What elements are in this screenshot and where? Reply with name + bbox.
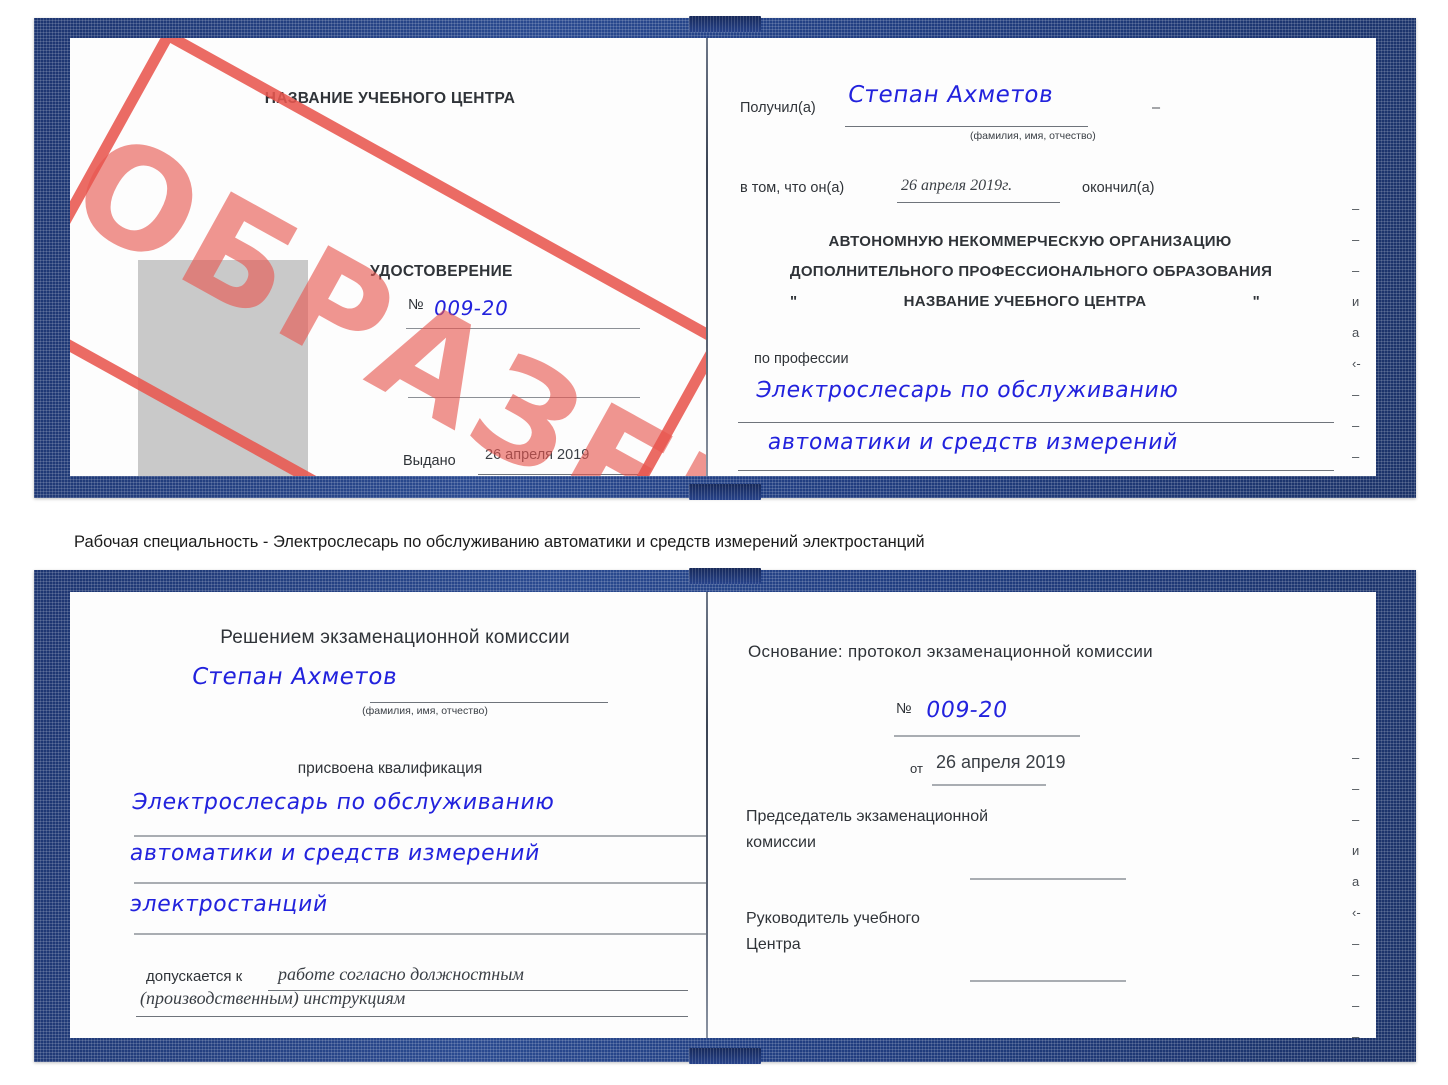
profession-rule-1 (738, 422, 1334, 423)
edge-fragment: – (1352, 263, 1360, 278)
edge-fragment: – (1352, 201, 1360, 216)
edge-fragment: – (1352, 387, 1360, 402)
edge-fragment: – (1352, 1029, 1360, 1038)
edge-fragment: – (1352, 781, 1360, 796)
bottom-right-page: Основание: протокол экзаменационной коми… (712, 592, 1376, 1038)
admitted-label: допускается к (146, 968, 243, 985)
edge-fragment: – (1352, 998, 1360, 1013)
protocol-number-row: № 009-20 (896, 698, 1010, 723)
from-date-rule (932, 784, 1046, 786)
profession-line-2: автоматики и средств измерений (766, 430, 1181, 455)
organization-line-3-row: " НАЗВАНИЕ УЧЕБНОГО ЦЕНТРА " (790, 293, 1260, 310)
caption-text: Рабочая специальность - Электрослесарь п… (74, 533, 925, 551)
qualification-rule-2 (134, 882, 706, 884)
finished-label: окончил(а) (1082, 180, 1155, 196)
protocol-number-value: 009-20 (924, 698, 1010, 723)
completion-date-rule (897, 202, 1060, 203)
edge-fragment: а (1352, 325, 1360, 340)
edge-fragment: – (1352, 418, 1360, 433)
profession-label: по профессии (754, 351, 849, 367)
edge-dash-fragment: – (1152, 100, 1161, 116)
chairman-line-2: комиссии (746, 834, 816, 851)
head-line-1: Руководитель учебного (746, 910, 920, 927)
top-right-page: Получил(а) Степан Ахметов (фамилия, имя,… (712, 38, 1376, 476)
right-edge-fragments: – – – и а ‹- – – – – (1352, 193, 1370, 476)
spine-notch-top-2 (689, 568, 761, 584)
right-edge-fragments-2: – – – и а ‹- – – – – (1352, 742, 1370, 1038)
chairman-line-1: Председатель экзаменационной (746, 808, 989, 825)
profession-rule-2 (738, 470, 1334, 471)
bottom-name-rule (370, 702, 608, 703)
quote-open: " (790, 293, 798, 310)
commission-decision-title: Решением экзаменационной комиссии (220, 627, 570, 648)
protocol-number-symbol: № (896, 701, 912, 717)
edge-fragment: – (1352, 936, 1360, 951)
screenshot-canvas: НАЗВАНИЕ УЧЕБНОГО ЦЕНТРА УДОСТОВЕРЕНИЕ №… (0, 0, 1448, 1085)
organization-line-1: АВТОНОМНУЮ НЕКОММЕРЧЕСКУЮ ОРГАНИЗАЦИЮ (828, 233, 1232, 250)
bottom-name-hint: (фамилия, имя, отчество) (362, 705, 488, 717)
edge-fragment: – (1352, 472, 1370, 476)
qualification-line-3: электростанций (128, 892, 330, 917)
spine-notch-bottom-2 (689, 1048, 761, 1064)
edge-fragment: а (1352, 874, 1360, 889)
qualification-rule-3 (134, 933, 706, 935)
certificate-top-cover: НАЗВАНИЕ УЧЕБНОГО ЦЕНТРА УДОСТОВЕРЕНИЕ №… (34, 16, 1416, 500)
certificate-number-value: 009-20 (432, 296, 511, 320)
name-hint: (фамилия, имя, отчество) (970, 130, 1096, 142)
number-symbol: № (408, 297, 424, 313)
training-center-title: НАЗВАНИЕ УЧЕБНОГО ЦЕНТРА (264, 90, 516, 107)
head-line-2: Центра (746, 936, 801, 953)
certificate-top-pages: НАЗВАНИЕ УЧЕБНОГО ЦЕНТРА УДОСТОВЕРЕНИЕ №… (70, 38, 1376, 476)
qualification-line-1: Электрослесарь по обслуживанию (130, 790, 557, 815)
top-left-page: НАЗВАНИЕ УЧЕБНОГО ЦЕНТРА УДОСТОВЕРЕНИЕ №… (70, 38, 706, 476)
certificate-bottom-cover: Решением экзаменационной комиссии Степан… (34, 568, 1416, 1064)
from-date-value: 26 апреля 2019 (936, 752, 1066, 772)
admitted-line-2: (производственным) инструкциям (140, 988, 406, 1008)
qualification-rule-1 (134, 835, 706, 837)
chairman-signature-rule (970, 878, 1126, 880)
edge-fragment: и (1352, 843, 1360, 858)
spine-notch-bottom (689, 484, 761, 500)
admitted-rule-2 (136, 1016, 688, 1017)
from-label: от (910, 761, 923, 776)
basis-label: Основание: протокол экзаменационной коми… (748, 642, 1153, 661)
photo-placeholder (138, 260, 308, 476)
admitted-line-1: работе согласно должностным (278, 964, 524, 984)
received-name-rule (845, 126, 1088, 127)
page-spine (706, 38, 708, 476)
edge-fragment: ‹- (1352, 905, 1361, 920)
bottom-left-page: Решением экзаменационной комиссии Степан… (70, 592, 706, 1038)
spine-notch-top (689, 16, 761, 32)
organization-line-3: НАЗВАНИЕ УЧЕБНОГО ЦЕНТРА (903, 293, 1147, 310)
organization-line-2: ДОПОЛНИТЕЛЬНОГО ПРОФЕССИОНАЛЬНОГО ОБРАЗО… (789, 263, 1273, 280)
received-name-value: Степан Ахметов (845, 82, 1056, 108)
completion-date-value: 26 апреля 2019г. (901, 177, 1013, 194)
issued-rule (478, 474, 638, 475)
head-signature-rule (970, 980, 1126, 982)
bottom-name-value: Степан Ахметов (189, 664, 400, 690)
document-type-title: УДОСТОВЕРЕНИЕ (370, 263, 513, 280)
qualification-line-2: автоматики и средств измерений (128, 841, 543, 866)
page-spine-2 (706, 592, 708, 1038)
edge-fragment: – (1352, 449, 1360, 464)
number-row: № 009-20 (408, 296, 511, 320)
quote-close: " (1252, 293, 1260, 310)
received-label: Получил(а) (740, 100, 816, 116)
edge-fragment: – (1352, 750, 1360, 765)
blank-rule-1 (408, 397, 640, 398)
protocol-number-rule (894, 735, 1080, 737)
issued-date-value: 26 апреля 2019 (485, 447, 590, 463)
number-rule (406, 328, 640, 329)
edge-fragment: и (1352, 294, 1360, 309)
edge-fragment: ‹- (1352, 356, 1361, 371)
certificate-bottom-pages: Решением экзаменационной комиссии Степан… (70, 592, 1376, 1038)
that-he-label: в том, что он(а) (740, 180, 845, 196)
edge-fragment: – (1352, 232, 1360, 247)
qualification-label: присвоена квалификация (297, 760, 483, 777)
profession-line-1: Электрослесарь по обслуживанию (754, 378, 1181, 403)
edge-fragment: – (1352, 967, 1360, 982)
issued-label: Выдано (403, 453, 456, 469)
edge-fragment: – (1352, 812, 1360, 827)
